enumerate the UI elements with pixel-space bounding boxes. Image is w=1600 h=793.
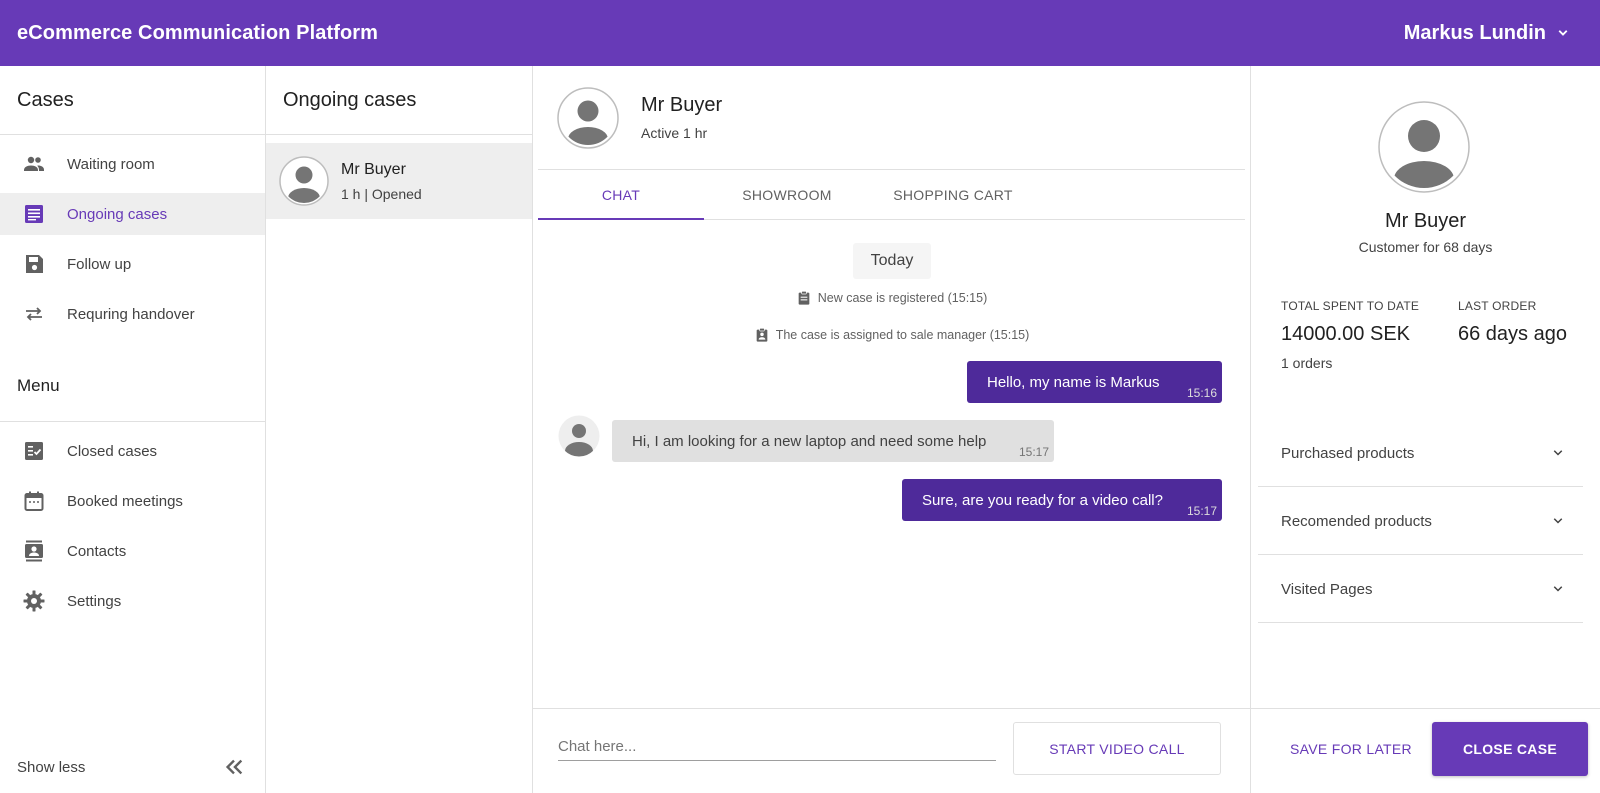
calendar-icon <box>22 489 46 513</box>
orders-count: 1 orders <box>1281 355 1333 371</box>
ongoing-cases-panel: Ongoing cases Mr Buyer 1 h | Opened <box>266 66 533 793</box>
sidebar-item-label: Follow up <box>67 255 132 273</box>
chevron-down-icon <box>1553 518 1563 524</box>
top-app-bar: eCommerce Communication Platform Markus … <box>0 0 1600 66</box>
sidebar-item-closed-cases[interactable]: Closed cases <box>0 430 265 472</box>
system-message: New case is registered (15:15) <box>533 290 1250 306</box>
chat-contact-status: Active 1 hr <box>641 125 708 141</box>
close-case-button[interactable]: CLOSE CASE <box>1432 722 1588 776</box>
tab-chat[interactable]: CHAT <box>538 170 704 220</box>
tab-shopping-cart[interactable]: SHOPPING CART <box>870 170 1036 219</box>
assignment-icon <box>756 328 768 342</box>
gear-icon <box>22 589 46 613</box>
chat-contact-name: Mr Buyer <box>641 94 723 116</box>
sidebar-item-label: Waiting room <box>67 155 155 173</box>
last-order-stat: LAST ORDER 66 days ago <box>1458 299 1567 355</box>
chevron-down-icon <box>1553 450 1563 456</box>
avatar <box>558 415 600 457</box>
user-name: Markus Lundin <box>1403 21 1546 44</box>
sidebar-footer: Show less <box>0 741 265 793</box>
case-list-item[interactable]: Mr Buyer 1 h | Opened <box>266 143 532 219</box>
chat-input[interactable] <box>558 733 996 761</box>
sidebar-item-label: Requring handover <box>67 305 195 323</box>
chat-message-outgoing: Hello, my name is Markus 15:16 <box>967 361 1222 403</box>
chat-tabs: CHAT SHOWROOM SHOPPING CART <box>538 170 1245 220</box>
menu-section-title: Menu <box>0 351 265 422</box>
sidebar-item-label: Settings <box>67 592 122 610</box>
sidebar-item-waiting-room[interactable]: Waiting room <box>0 143 265 185</box>
chat-panel: Mr Buyer Active 1 hr CHAT SHOWROOM SHOPP… <box>533 66 1251 793</box>
total-spent-value: 14000.00 SEK <box>1281 323 1410 345</box>
swap-arrows-icon <box>22 302 46 326</box>
accordion-visited-pages[interactable]: Visited Pages <box>1258 556 1583 623</box>
case-name: Mr Buyer <box>341 160 406 178</box>
customer-panel: Mr Buyer Customer for 68 days TOTAL SPEN… <box>1251 66 1600 793</box>
chat-message-incoming: Hi, I am looking for a new laptop and ne… <box>612 420 1054 462</box>
total-spent-label: TOTAL SPENT TO DATE <box>1281 299 1420 313</box>
accordion-recommended-products[interactable]: Recomended products <box>1258 488 1583 555</box>
list-icon <box>22 202 46 226</box>
sidebar-item-ongoing-cases[interactable]: Ongoing cases <box>0 193 265 235</box>
checklist-icon <box>22 439 46 463</box>
case-actions: SAVE FOR LATER CLOSE CASE <box>1251 708 1600 793</box>
cases-section-title: Cases <box>0 66 265 135</box>
date-chip: Today <box>853 243 931 279</box>
message-time: 15:17 <box>1186 504 1217 518</box>
clipboard-icon <box>798 291 810 305</box>
message-time: 15:16 <box>1186 386 1217 400</box>
customer-since: Customer for 68 days <box>1358 239 1493 255</box>
accordion-purchased-products[interactable]: Purchased products <box>1258 420 1583 487</box>
avatar <box>1378 101 1470 193</box>
sidebar: Cases Waiting room Ongoing cases Follow … <box>0 66 266 793</box>
contacts-icon <box>22 539 46 563</box>
message-list: Today New case is registered (15:15) The… <box>533 220 1250 708</box>
sidebar-item-label: Ongoing cases <box>67 205 168 223</box>
sidebar-item-label: Booked meetings <box>67 492 183 510</box>
sidebar-item-settings[interactable]: Settings <box>0 580 265 622</box>
last-order-value: 66 days ago <box>1458 323 1567 345</box>
last-order-label: LAST ORDER <box>1458 299 1537 313</box>
cases-nav: Waiting room Ongoing cases Follow up Req… <box>0 135 265 351</box>
avatar <box>557 86 619 149</box>
chat-message-outgoing: Sure, are you ready for a video call? 15… <box>902 479 1222 521</box>
customer-name: Mr Buyer <box>1384 210 1467 232</box>
sidebar-item-booked-meetings[interactable]: Booked meetings <box>0 480 265 522</box>
app-title: eCommerce Communication Platform <box>17 21 379 44</box>
avatar <box>279 156 329 206</box>
start-video-call-button[interactable]: START VIDEO CALL <box>1013 722 1221 775</box>
tab-showroom[interactable]: SHOWROOM <box>704 170 870 219</box>
case-status: 1 h | Opened <box>341 185 422 202</box>
double-chevron-left-icon[interactable] <box>223 756 245 778</box>
total-spent-stat: TOTAL SPENT TO DATE 14000.00 SEK 1 order… <box>1281 299 1419 371</box>
sidebar-item-requring-handover[interactable]: Requring handover <box>0 293 265 335</box>
chevron-down-icon <box>1558 30 1568 36</box>
save-for-later-button[interactable]: SAVE FOR LATER <box>1273 722 1429 776</box>
message-time: 15:17 <box>1018 445 1049 459</box>
people-icon <box>22 152 46 176</box>
system-message: The case is assigned to sale manager (15… <box>533 327 1250 343</box>
chat-header: Mr Buyer Active 1 hr <box>538 66 1245 170</box>
user-menu[interactable]: Markus Lundin <box>1404 22 1572 45</box>
chat-composer: START VIDEO CALL <box>533 708 1251 793</box>
save-icon <box>22 252 46 276</box>
ongoing-cases-title: Ongoing cases <box>266 66 532 135</box>
chevron-down-icon <box>1553 586 1563 592</box>
sidebar-item-contacts[interactable]: Contacts <box>0 530 265 572</box>
sidebar-item-follow-up[interactable]: Follow up <box>0 243 265 285</box>
sidebar-item-label: Closed cases <box>67 442 158 460</box>
sidebar-item-label: Contacts <box>67 542 127 560</box>
menu-nav: Closed cases Booked meetings Contacts Se… <box>0 422 265 638</box>
show-less-link[interactable]: Show less <box>17 759 85 776</box>
